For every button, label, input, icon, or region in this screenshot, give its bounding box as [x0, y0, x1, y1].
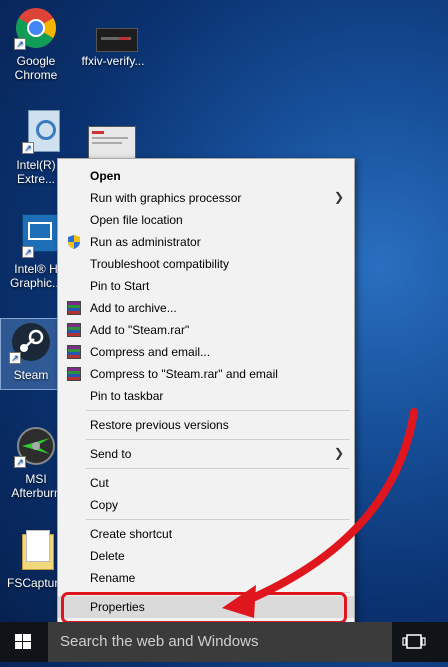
menu-item-rename[interactable]: Rename: [58, 567, 354, 589]
menu-item-restore-previous-versions[interactable]: Restore previous versions: [58, 414, 354, 436]
menu-separator: [86, 468, 350, 469]
windows-logo-icon: [15, 634, 31, 649]
menu-item-label: Add to "Steam.rar": [90, 323, 190, 337]
uac-shield-icon: [66, 234, 82, 250]
taskbar-search-box[interactable]: Search the web and Windows: [48, 622, 392, 662]
menu-item-compress-to-steam-rar-and-email[interactable]: Compress to "Steam.rar" and email: [58, 363, 354, 385]
start-button[interactable]: [0, 622, 46, 662]
chevron-right-icon: ❯: [333, 190, 344, 204]
menu-item-label: Troubleshoot compatibility: [90, 257, 229, 271]
ffxiv-thumbnail: [88, 6, 138, 52]
menu-item-open-file-location[interactable]: Open file location: [58, 209, 354, 231]
winrar-icon: [66, 300, 82, 316]
menu-item-label: Create shortcut: [90, 527, 173, 541]
menu-separator: [86, 410, 350, 411]
desktop-icon-chrome[interactable]: ↗ Google Chrome: [4, 6, 68, 82]
menu-item-troubleshoot-compatibility[interactable]: Troubleshoot compatibility: [58, 253, 354, 275]
menu-item-label: Run with graphics processor: [90, 191, 242, 205]
menu-item-label: Open: [90, 169, 121, 183]
desktop-icon-label: ffxiv-verify...: [81, 54, 145, 68]
menu-item-label: Run as administrator: [90, 235, 201, 249]
shortcut-arrow-icon: ↗: [14, 38, 26, 50]
menu-item-pin-to-start[interactable]: Pin to Start: [58, 275, 354, 297]
menu-item-label: Pin to Start: [90, 279, 150, 293]
menu-item-label: Delete: [90, 549, 125, 563]
shortcut-arrow-icon: ↗: [9, 352, 21, 364]
msi-afterburner-icon: ↗: [14, 424, 58, 468]
search-placeholder: Search the web and Windows: [60, 633, 259, 650]
desktop-icon-steam[interactable]: ↗ Steam: [4, 320, 58, 382]
shortcut-arrow-icon: ↗: [22, 142, 34, 154]
menu-item-label: Pin to taskbar: [90, 389, 164, 403]
properties-highlight-box: [61, 592, 347, 624]
file-thumbnail[interactable]: [88, 126, 136, 160]
menu-item-compress-and-email[interactable]: Compress and email...: [58, 341, 354, 363]
context-menu: Open Run with graphics processor ❯ Open …: [57, 158, 355, 628]
menu-item-send-to[interactable]: Send to ❯: [58, 443, 354, 465]
menu-item-add-to-archive[interactable]: Add to archive...: [58, 297, 354, 319]
steam-icon: ↗: [9, 320, 53, 364]
fscapture-folder-icon: [14, 528, 58, 572]
chevron-right-icon: ❯: [333, 446, 344, 460]
menu-item-label: Compress and email...: [90, 345, 211, 359]
menu-separator: [86, 519, 350, 520]
chrome-icon: ↗: [14, 6, 58, 50]
menu-item-open[interactable]: Open: [58, 165, 354, 187]
menu-item-run-as-administrator[interactable]: Run as administrator: [58, 231, 354, 253]
menu-item-delete[interactable]: Delete: [58, 545, 354, 567]
menu-item-cut[interactable]: Cut: [58, 472, 354, 494]
winrar-icon: [66, 344, 82, 360]
desktop-icon-label: Steam: [13, 368, 49, 382]
task-view-button[interactable]: [402, 632, 426, 652]
menu-item-add-to-steam-rar[interactable]: Add to "Steam.rar": [58, 319, 354, 341]
shortcut-arrow-icon: ↗: [14, 456, 26, 468]
menu-separator: [86, 439, 350, 440]
menu-item-copy[interactable]: Copy: [58, 494, 354, 516]
winrar-icon: [66, 322, 82, 338]
winrar-icon: [66, 366, 82, 382]
desktop-icon-label: Google Chrome: [14, 54, 58, 82]
menu-item-label: Cut: [90, 476, 109, 490]
menu-item-label: Add to archive...: [90, 301, 177, 315]
taskbar: Search the web and Windows: [0, 622, 448, 662]
menu-item-run-with-graphics-processor[interactable]: Run with graphics processor ❯: [58, 187, 354, 209]
intel-graphics-icon: ↗: [14, 214, 60, 258]
menu-item-label: Copy: [90, 498, 119, 512]
menu-item-label: Restore previous versions: [90, 418, 229, 432]
menu-item-label: Open file location: [90, 213, 183, 227]
shortcut-arrow-icon: ↗: [22, 246, 34, 258]
menu-item-label: Send to: [90, 447, 132, 461]
intel-tuning-icon: ↗: [14, 110, 60, 154]
menu-item-label: Compress to "Steam.rar" and email: [90, 367, 278, 381]
menu-item-label: Rename: [90, 571, 136, 585]
menu-item-create-shortcut[interactable]: Create shortcut: [58, 523, 354, 545]
menu-item-pin-to-taskbar[interactable]: Pin to taskbar: [58, 385, 354, 407]
desktop-icon-ffxiv[interactable]: ffxiv-verify...: [78, 6, 148, 68]
task-view-icon: [402, 634, 426, 649]
